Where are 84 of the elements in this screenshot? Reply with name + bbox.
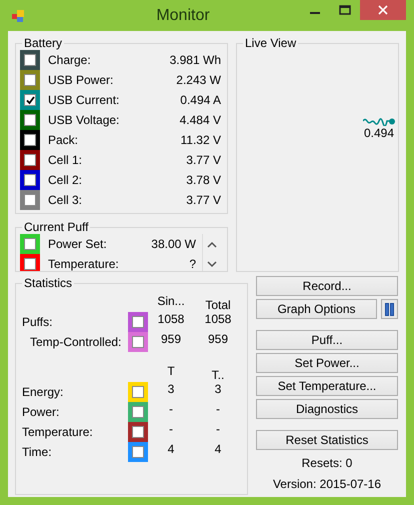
color-checkbox[interactable] <box>20 234 40 254</box>
stat-value: 3 <box>214 382 222 396</box>
scroll-up-icon[interactable] <box>207 240 217 248</box>
stat-label: Energy: <box>22 385 64 399</box>
live-reading: 0.494 <box>364 126 394 140</box>
reading-value: 3.981 Wh <box>170 53 221 67</box>
reading-value: ? <box>189 257 196 271</box>
stat-value: 4 <box>214 442 222 456</box>
color-checkbox[interactable] <box>20 150 40 170</box>
sparkline <box>363 118 395 126</box>
stat-value: - <box>215 402 221 416</box>
color-checkbox[interactable] <box>128 442 148 462</box>
reading-label: Charge: <box>48 53 91 67</box>
reading-value: 4.484 V <box>180 113 221 127</box>
group-title: Battery <box>24 37 62 50</box>
action-button[interactable]: Set Power... <box>256 353 398 373</box>
pause-button[interactable] <box>381 299 398 319</box>
reading-label: USB Power: <box>48 73 114 87</box>
reading-label: Cell 3: <box>48 193 82 207</box>
stat-label: Temp-Controlled: <box>29 335 122 349</box>
color-checkbox[interactable] <box>20 110 40 130</box>
reading-value: 2.243 W <box>176 73 221 87</box>
action-button[interactable]: Record... <box>256 276 398 296</box>
maximize-icon <box>339 5 351 15</box>
column-header: Sin... <box>156 294 186 308</box>
stat-value: - <box>215 422 221 436</box>
color-checkbox[interactable] <box>20 90 40 110</box>
pause-icon <box>385 302 394 316</box>
reading-label: Power Set: <box>48 237 107 251</box>
minimize-icon <box>310 12 320 14</box>
color-checkbox[interactable] <box>128 422 148 442</box>
color-checkbox[interactable] <box>128 382 148 402</box>
column-header: T.. <box>210 367 226 382</box>
check-icon <box>26 96 34 104</box>
color-checkbox[interactable] <box>128 332 148 352</box>
reading-label: Pack: <box>48 133 78 147</box>
column-header: Total <box>204 297 232 312</box>
color-checkbox[interactable] <box>20 170 40 190</box>
action-button[interactable]: Diagnostics <box>256 399 398 419</box>
color-checkbox[interactable] <box>20 130 40 150</box>
stat-value: 3 <box>166 382 176 396</box>
stat-value: 1058 <box>156 312 186 326</box>
reading-value: 3.77 V <box>186 153 221 167</box>
resets-count: Resets: 0 <box>300 456 354 470</box>
group-title: Current Puff <box>24 221 88 234</box>
stat-label: Time: <box>22 445 53 459</box>
stat-value: 959 <box>206 332 230 346</box>
stat-label: Power: <box>22 405 60 419</box>
column-header: T <box>166 364 176 378</box>
stat-label: Temperature: <box>22 425 94 439</box>
color-checkbox[interactable] <box>20 50 40 70</box>
window-title: Monitor <box>155 6 211 24</box>
action-button[interactable]: Puff... <box>256 330 398 350</box>
color-checkbox[interactable] <box>128 402 148 422</box>
stat-value: 959 <box>160 332 182 346</box>
reading-value: 0.494 A <box>180 93 221 107</box>
group-title: Live View <box>245 37 296 50</box>
close-icon <box>378 5 388 15</box>
group-title: Statistics <box>24 277 72 290</box>
stat-value: 1058 <box>204 312 232 326</box>
stat-value: - <box>168 422 174 436</box>
version-text: Version: 2015-07-16 <box>272 477 382 491</box>
reading-value: 3.78 V <box>186 173 221 187</box>
action-button[interactable]: Reset Statistics <box>256 430 398 450</box>
color-checkbox[interactable] <box>128 312 148 332</box>
reading-value: 3.77 V <box>186 193 221 207</box>
stat-value: - <box>168 402 174 416</box>
color-checkbox[interactable] <box>20 190 40 210</box>
color-checkbox[interactable] <box>20 254 40 271</box>
reading-label: USB Voltage: <box>48 113 120 127</box>
reading-value: 38.00 W <box>151 237 196 251</box>
reading-label: Temperature: <box>48 257 119 271</box>
reading-value: 11.32 V <box>180 133 221 147</box>
reading-label: USB Current: <box>48 93 120 107</box>
app-icon <box>10 8 26 24</box>
scroll-down-icon[interactable] <box>207 260 217 268</box>
close-button[interactable] <box>360 0 406 20</box>
action-button[interactable]: Graph Options <box>256 299 377 319</box>
reading-label: Cell 2: <box>48 173 82 187</box>
color-checkbox[interactable] <box>20 70 40 90</box>
stat-value: 4 <box>166 442 176 456</box>
reading-label: Cell 1: <box>48 153 82 167</box>
action-button[interactable]: Set Temperature... <box>256 376 398 396</box>
stat-label: Puffs: <box>22 315 54 329</box>
